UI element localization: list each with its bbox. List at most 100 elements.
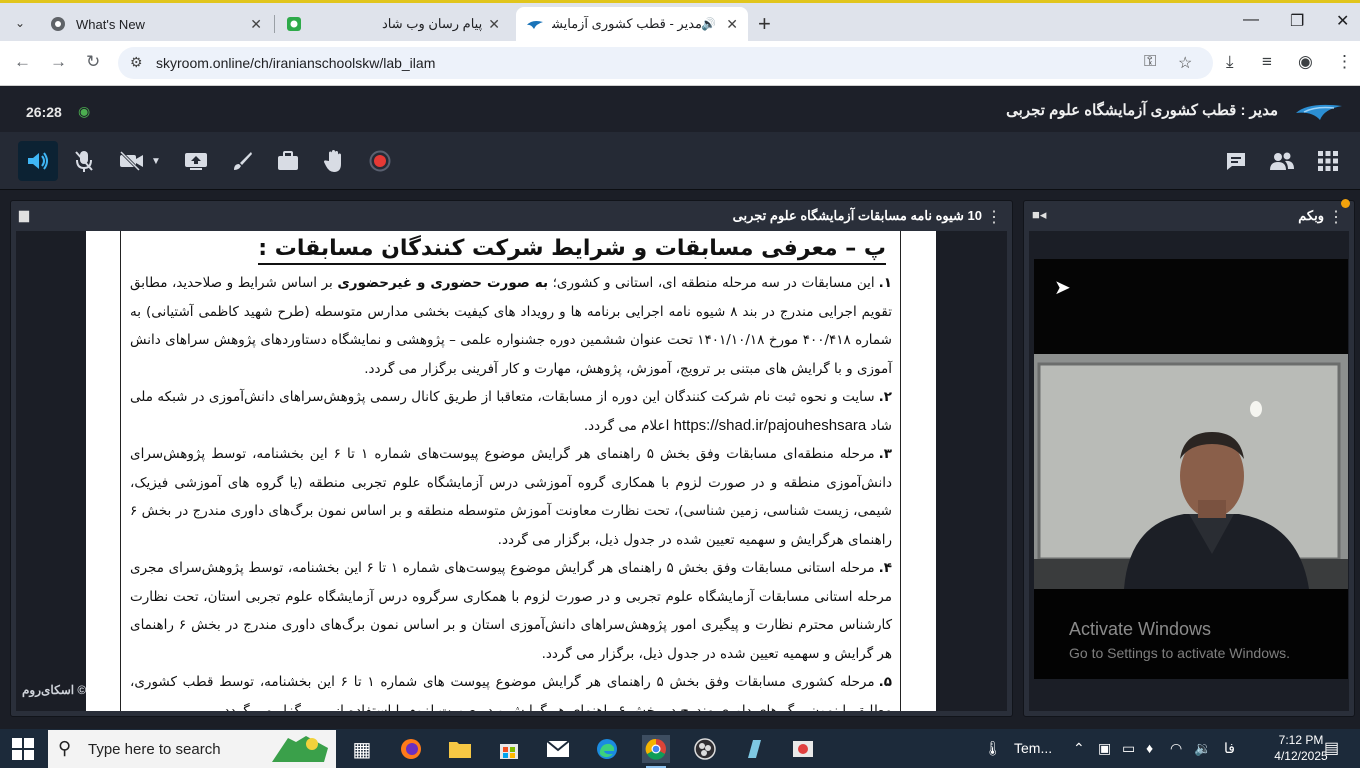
tab-title: What's New bbox=[76, 16, 145, 32]
close-icon[interactable]: ✕ bbox=[726, 16, 738, 33]
obs-icon[interactable] bbox=[691, 735, 719, 763]
chevron-down-icon[interactable]: ▼ bbox=[151, 156, 161, 167]
tab-whats-new[interactable]: What's New ✕ bbox=[40, 7, 272, 41]
windows-start-icon[interactable] bbox=[12, 738, 34, 760]
camera-button[interactable]: ▼ bbox=[114, 141, 166, 181]
omnibox[interactable]: ⚙ skyroom.online/ch/iranianschoolskw/lab… bbox=[118, 47, 1213, 79]
microphone-button[interactable] bbox=[64, 141, 104, 181]
password-key-icon[interactable]: ⚿ bbox=[1144, 53, 1156, 71]
panel-menu-icon[interactable]: ⋮ bbox=[986, 207, 1002, 227]
participants-button[interactable] bbox=[1262, 141, 1302, 181]
bookmark-star-icon[interactable]: ☆ bbox=[1178, 53, 1192, 73]
chrome-taskbar-icon[interactable] bbox=[642, 735, 670, 768]
reload-button[interactable]: ↻ bbox=[86, 52, 100, 72]
firefox-icon[interactable] bbox=[397, 735, 425, 763]
download-icon[interactable]: ⤓ bbox=[1226, 52, 1234, 72]
skyroom-app: 26:28 ◉ مدیر : قطب کشوری آزمایشگاه علوم … bbox=[0, 87, 1360, 720]
windows-taskbar: ⚲ Type here to search ▦ 🌡 Tem... ⌃ ▣ ▭ ♦… bbox=[0, 729, 1360, 768]
item-text: مرحله کشوری مسابقات وفق بخش ۵ راهنمای هر… bbox=[130, 674, 892, 711]
chat-button[interactable] bbox=[1216, 141, 1256, 181]
skyroom-brand-label: © اسکای‌روم bbox=[22, 683, 87, 697]
webcam-video[interactable] bbox=[1034, 354, 1348, 589]
files-button[interactable] bbox=[268, 141, 308, 181]
layout-button[interactable] bbox=[1308, 141, 1348, 181]
edge-icon[interactable] bbox=[593, 735, 621, 763]
recorder-icon[interactable] bbox=[789, 735, 817, 763]
task-view-icon[interactable]: ▦ bbox=[348, 735, 376, 763]
tab-skyroom[interactable]: مدیر - قطب کشوری آزمایشگا 🔊 ✕ bbox=[516, 7, 748, 41]
url-text[interactable]: skyroom.online/ch/iranianschoolskw/lab_i… bbox=[156, 55, 435, 71]
list-item: ۵.مرحله کشوری مسابقات وفق بخش ۵ راهنمای … bbox=[130, 668, 892, 711]
site-info-icon[interactable]: ⚙ bbox=[130, 54, 143, 71]
mouse-cursor-icon: ➤ bbox=[1054, 277, 1071, 299]
item-text: اعلام می گردد. bbox=[583, 417, 674, 434]
speaker-toggle-button[interactable] bbox=[18, 141, 58, 181]
webcam-area: ➤ Activate Windows Go to Settings to act… bbox=[1029, 231, 1349, 711]
document-page[interactable]: پ – معرفی مسابقات و شرایط شرکت کنندگان م… bbox=[86, 231, 936, 711]
document-viewer[interactable]: پ – معرفی مسابقات و شرایط شرکت کنندگان م… bbox=[16, 231, 1007, 711]
chrome-menu-icon[interactable]: ⋮ bbox=[1336, 52, 1353, 72]
list-item: ۱.این مسابقات در سه مرحله منطقه ای، استا… bbox=[130, 269, 892, 383]
activate-windows-subtitle: Go to Settings to activate Windows. bbox=[1069, 645, 1290, 661]
minimize-button[interactable]: — bbox=[1243, 11, 1259, 29]
list-item: ۴.مرحله استانی مسابقات وفق بخش ۵ راهنمای… bbox=[130, 554, 892, 668]
app-icon[interactable] bbox=[740, 735, 768, 763]
panel-menu-icon[interactable]: ⋮ bbox=[1328, 207, 1344, 227]
item-bold-text: به صورت حضوری و غیرحضوری bbox=[337, 275, 549, 291]
share-screen-icon bbox=[185, 153, 207, 170]
close-icon[interactable]: ✕ bbox=[488, 16, 500, 33]
skyroom-logo-icon bbox=[1296, 104, 1342, 120]
webcam-frame-image bbox=[1034, 354, 1348, 589]
item-text: این مسابقات در سه مرحله منطقه ای، استانی… bbox=[548, 275, 875, 291]
back-button[interactable]: ← bbox=[14, 52, 31, 72]
skyroom-icon bbox=[527, 21, 543, 29]
new-tab-button[interactable]: + bbox=[758, 11, 771, 37]
share-screen-button[interactable] bbox=[176, 141, 216, 181]
item-link-text: https://shad.ir/pajouheshsara bbox=[673, 416, 867, 434]
briefcase-icon bbox=[278, 151, 298, 170]
forward-button[interactable]: → bbox=[50, 52, 67, 72]
brush-icon bbox=[234, 152, 252, 170]
microphone-tray-icon[interactable]: ♦ bbox=[1146, 740, 1153, 756]
tab-title: پیام رسان وب شاد bbox=[382, 16, 483, 31]
media-control-icon[interactable]: ≡ bbox=[1262, 52, 1272, 72]
meet-now-icon[interactable]: ▣ bbox=[1098, 740, 1111, 757]
item-text: مرحله استانی مسابقات وفق بخش ۵ راهنمای ه… bbox=[130, 560, 893, 662]
close-window-button[interactable]: ✕ bbox=[1336, 11, 1349, 31]
tab-separator bbox=[274, 15, 275, 33]
microphone-muted-icon bbox=[75, 151, 93, 172]
hand-icon bbox=[324, 150, 341, 172]
camera-off-icon bbox=[119, 151, 144, 171]
store-icon[interactable] bbox=[495, 735, 523, 763]
file-explorer-icon[interactable] bbox=[446, 735, 474, 763]
tab-shad[interactable]: پیام رسان وب شاد ✕ bbox=[278, 7, 510, 41]
profile-icon[interactable]: ◉ bbox=[1298, 52, 1313, 72]
search-highlight-image bbox=[272, 736, 328, 762]
whiteboard-button[interactable] bbox=[222, 141, 262, 181]
search-icon: ⚲ bbox=[58, 738, 72, 758]
tab-search-dropdown-icon[interactable]: ⌄ bbox=[8, 11, 32, 35]
wifi-icon[interactable]: ◠ bbox=[1170, 740, 1182, 757]
close-icon[interactable]: ✕ bbox=[250, 16, 262, 33]
folder-icon[interactable]: ▆ bbox=[19, 207, 29, 223]
item-number: ۱. bbox=[878, 275, 892, 291]
tab-title: مدیر - قطب کشوری آزمایشگا bbox=[552, 16, 702, 31]
language-indicator[interactable]: فا bbox=[1224, 740, 1235, 757]
weather-label[interactable]: Tem... bbox=[1014, 740, 1052, 756]
taskbar-search-box[interactable]: ⚲ Type here to search bbox=[48, 730, 336, 768]
raise-hand-button[interactable] bbox=[314, 141, 354, 181]
item-number: ۳. bbox=[878, 446, 893, 462]
restore-button[interactable]: ❐ bbox=[1290, 11, 1304, 31]
item-number: ۴. bbox=[878, 560, 892, 576]
record-button[interactable] bbox=[360, 141, 400, 181]
battery-icon[interactable]: ▭ bbox=[1122, 740, 1135, 757]
speaker-icon[interactable]: 🔊 bbox=[701, 17, 716, 31]
video-camera-icon[interactable]: ■◂ bbox=[1032, 207, 1046, 223]
activate-windows-title: Activate Windows bbox=[1069, 619, 1212, 639]
notification-center-icon[interactable]: ▤ bbox=[1324, 738, 1339, 758]
chevron-up-icon[interactable]: ⌃ bbox=[1073, 740, 1085, 757]
list-item: ۲.سایت و نحوه ثبت نام شرکت کنندگان این د… bbox=[130, 383, 892, 440]
mail-icon[interactable] bbox=[544, 735, 572, 763]
weather-icon[interactable]: 🌡 bbox=[984, 740, 1002, 757]
volume-icon[interactable]: 🔉 bbox=[1194, 740, 1211, 757]
